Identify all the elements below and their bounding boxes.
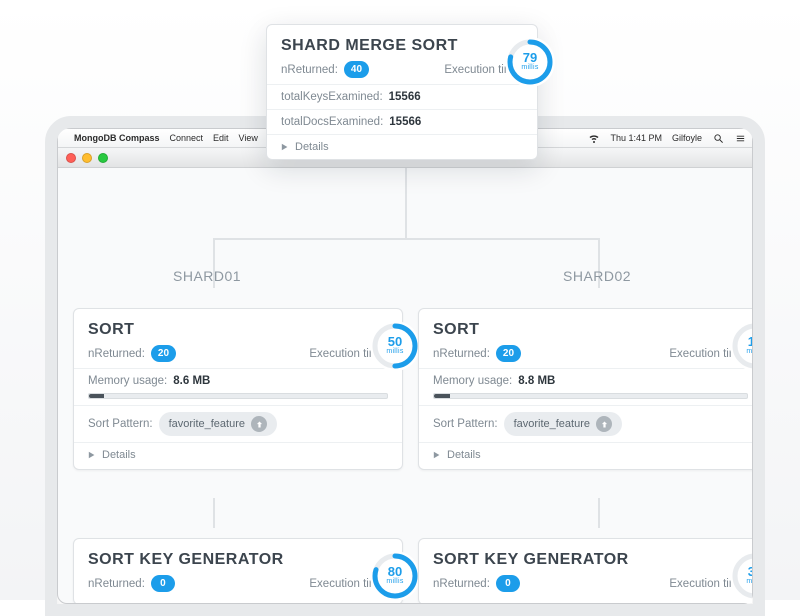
menu-item-connect[interactable]: Connect xyxy=(170,133,204,143)
shard-label-02: SHARD02 xyxy=(563,268,631,284)
mac-window: MongoDB Compass Connect Edit View Sha Th… xyxy=(45,116,765,616)
sort-pattern-tag[interactable]: favorite_feature xyxy=(159,412,277,436)
nreturned-value: 40 xyxy=(344,61,369,78)
stage-card-shard-merge-sort: SHARD MERGE SORT nReturned: 40 Execution… xyxy=(266,24,538,160)
menu-item-edit[interactable]: Edit xyxy=(213,133,229,143)
nreturned-value: 20 xyxy=(151,345,176,362)
sort-pattern-tag[interactable]: favorite_feature xyxy=(504,412,622,436)
stage-title: SHARD MERGE SORT xyxy=(281,37,523,55)
exec-time-gauge: 10 millis xyxy=(730,321,752,371)
exec-time-gauge: 50 millis xyxy=(370,321,420,371)
menubar-user[interactable]: Gilfoyle xyxy=(672,133,702,143)
stage-row: nReturned: 20 Execution time: xyxy=(88,345,388,362)
stage-title: SORT KEY GENERATOR xyxy=(433,551,748,569)
menu-item-view[interactable]: View xyxy=(239,133,258,143)
nreturned-label: nReturned: xyxy=(88,348,145,360)
explain-plan-canvas: SHARD01 SHARD02 SORT nReturned: 20 Execu… xyxy=(58,168,752,603)
nreturned-label: nReturned: xyxy=(281,64,338,76)
stage-card-sort-02: SORT nReturned: 20 Execution time: Memor… xyxy=(418,308,752,470)
stage-card-skg-02: SORT KEY GENERATOR nReturned: 0 Executio… xyxy=(418,538,752,603)
minimize-button[interactable] xyxy=(82,153,92,163)
stage-title: SORT xyxy=(433,321,748,339)
exec-time-gauge: 79 millis xyxy=(505,37,555,87)
nreturned-label: nReturned: xyxy=(433,578,490,590)
app-name: MongoDB Compass xyxy=(74,133,160,143)
nreturned-label: nReturned: xyxy=(88,578,145,590)
shard-label-01: SHARD01 xyxy=(173,268,241,284)
wifi-icon[interactable] xyxy=(588,132,600,144)
nreturned-value: 20 xyxy=(496,345,521,362)
spotlight-icon[interactable] xyxy=(712,133,724,144)
mac-body: MongoDB Compass Connect Edit View Sha Th… xyxy=(57,128,753,604)
memory-bar xyxy=(88,393,388,399)
close-button[interactable] xyxy=(66,153,76,163)
arrow-up-icon xyxy=(251,416,267,432)
memory-usage: Memory usage: 8.6 MB xyxy=(88,375,388,387)
stage-title: SORT KEY GENERATOR xyxy=(88,551,388,569)
sort-pattern: Sort Pattern: favorite_feature xyxy=(88,412,388,436)
nreturned-value: 0 xyxy=(496,575,520,592)
arrow-up-icon xyxy=(596,416,612,432)
nreturned-value: 0 xyxy=(151,575,175,592)
menubar-time: Thu 1:41 PM xyxy=(610,133,662,143)
stage-card-sort-01: SORT nReturned: 20 Execution time: Memor… xyxy=(73,308,403,470)
details-toggle[interactable]: Details xyxy=(281,141,523,153)
stage-title: SORT xyxy=(88,321,388,339)
nreturned-label: nReturned: xyxy=(433,348,490,360)
stage-card-skg-01: SORT KEY GENERATOR nReturned: 0 Executio… xyxy=(73,538,403,603)
exec-time-gauge: 80 millis xyxy=(370,551,420,601)
memory-bar xyxy=(433,393,748,399)
menu-extras-icon[interactable] xyxy=(734,133,746,144)
exec-time-gauge: 30 millis xyxy=(730,551,752,601)
traffic-lights xyxy=(66,153,108,163)
details-toggle[interactable]: Details xyxy=(88,449,388,461)
details-toggle[interactable]: Details xyxy=(433,449,748,461)
zoom-button[interactable] xyxy=(98,153,108,163)
